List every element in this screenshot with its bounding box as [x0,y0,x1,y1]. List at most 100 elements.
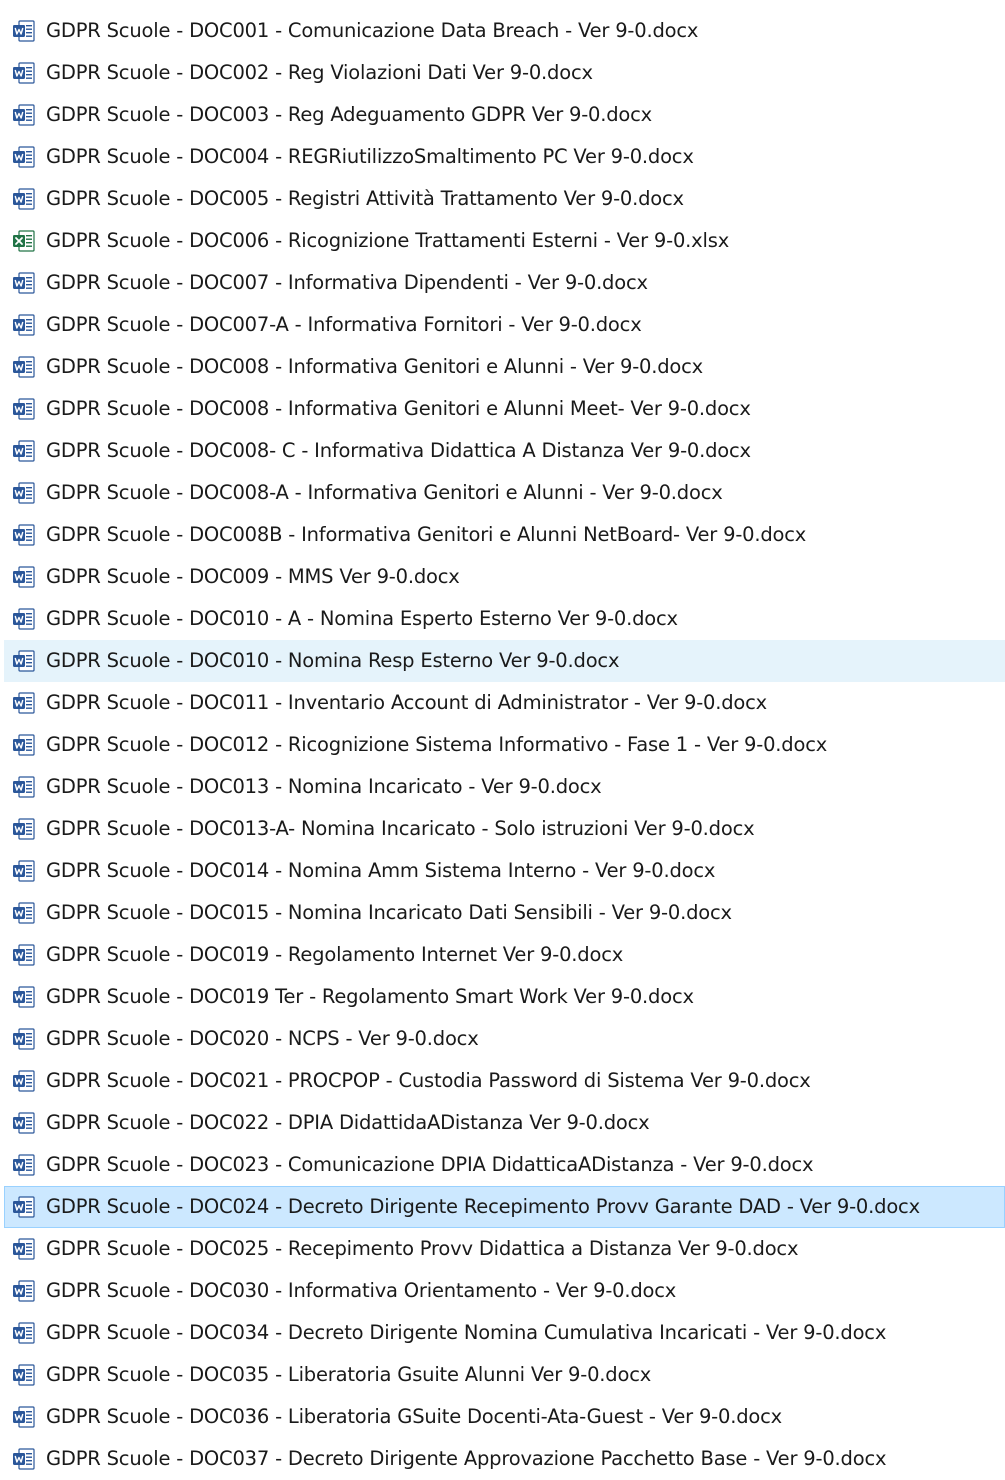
file-row[interactable]: GDPR Scuole - DOC037 - Decreto Dirigente… [4,1438,1005,1480]
word-document-icon [13,62,35,84]
file-name: GDPR Scuole - DOC008B - Informativa Geni… [46,523,807,546]
file-row[interactable]: GDPR Scuole - DOC008- C - Informativa Di… [4,430,1005,472]
file-name: GDPR Scuole - DOC011 - Inventario Accoun… [46,691,768,714]
word-document-icon [13,188,35,210]
word-document-icon [13,146,35,168]
excel-spreadsheet-icon [13,230,35,252]
file-row[interactable]: GDPR Scuole - DOC015 - Nomina Incaricato… [4,892,1005,934]
file-name: GDPR Scuole - DOC036 - Liberatoria GSuit… [46,1405,782,1428]
file-row[interactable]: GDPR Scuole - DOC007 - Informativa Dipen… [4,262,1005,304]
file-name: GDPR Scuole - DOC012 - Ricognizione Sist… [46,733,828,756]
file-name: GDPR Scuole - DOC013 - Nomina Incaricato… [46,775,602,798]
file-list: GDPR Scuole - DOC001 - Comunicazione Dat… [0,0,1005,1472]
file-row[interactable]: GDPR Scuole - DOC005 - Registri Attività… [4,178,1005,220]
file-row[interactable]: GDPR Scuole - DOC008B - Informativa Geni… [4,514,1005,556]
word-document-icon [13,1238,35,1260]
file-row[interactable]: GDPR Scuole - DOC002 - Reg Violazioni Da… [4,52,1005,94]
file-name: GDPR Scuole - DOC020 - NCPS - Ver 9-0.do… [46,1027,479,1050]
file-row[interactable]: GDPR Scuole - DOC013 - Nomina Incaricato… [4,766,1005,808]
word-document-icon [13,314,35,336]
file-row[interactable]: GDPR Scuole - DOC034 - Decreto Dirigente… [4,1312,1005,1354]
file-row[interactable]: GDPR Scuole - DOC010 - A - Nomina Espert… [4,598,1005,640]
file-name: GDPR Scuole - DOC034 - Decreto Dirigente… [46,1321,887,1344]
file-row[interactable]: GDPR Scuole - DOC021 - PROCPOP - Custodi… [4,1060,1005,1102]
file-row[interactable]: GDPR Scuole - DOC019 - Regolamento Inter… [4,934,1005,976]
word-document-icon [13,440,35,462]
file-row[interactable]: GDPR Scuole - DOC006 - Ricognizione Trat… [4,220,1005,262]
word-document-icon [13,272,35,294]
file-name: GDPR Scuole - DOC007-A - Informativa For… [46,313,642,336]
file-row[interactable]: GDPR Scuole - DOC008 - Informativa Genit… [4,346,1005,388]
file-row[interactable]: GDPR Scuole - DOC036 - Liberatoria GSuit… [4,1396,1005,1438]
word-document-icon [13,776,35,798]
file-row[interactable]: GDPR Scuole - DOC035 - Liberatoria Gsuit… [4,1354,1005,1396]
file-name: GDPR Scuole - DOC008 - Informativa Genit… [46,397,751,420]
file-name: GDPR Scuole - DOC008- C - Informativa Di… [46,439,751,462]
file-row[interactable]: GDPR Scuole - DOC013-A- Nomina Incaricat… [4,808,1005,850]
file-name: GDPR Scuole - DOC010 - Nomina Resp Ester… [46,649,620,672]
word-document-icon [13,356,35,378]
file-name: GDPR Scuole - DOC022 - DPIA DidattidaADi… [46,1111,650,1134]
file-row[interactable]: GDPR Scuole - DOC003 - Reg Adeguamento G… [4,94,1005,136]
file-row[interactable]: GDPR Scuole - DOC023 - Comunicazione DPI… [4,1144,1005,1186]
word-document-icon [13,1322,35,1344]
file-row[interactable]: GDPR Scuole - DOC012 - Ricognizione Sist… [4,724,1005,766]
file-name: GDPR Scuole - DOC013-A- Nomina Incaricat… [46,817,755,840]
file-row[interactable]: GDPR Scuole - DOC010 - Nomina Resp Ester… [4,640,1005,682]
word-document-icon [13,692,35,714]
file-row[interactable]: GDPR Scuole - DOC008-A - Informativa Gen… [4,472,1005,514]
word-document-icon [13,1070,35,1092]
file-name: GDPR Scuole - DOC030 - Informativa Orien… [46,1279,677,1302]
word-document-icon [13,986,35,1008]
file-name: GDPR Scuole - DOC005 - Registri Attività… [46,187,684,210]
word-document-icon [13,860,35,882]
file-name: GDPR Scuole - DOC024 - Decreto Dirigente… [46,1195,920,1218]
file-name: GDPR Scuole - DOC009 - MMS Ver 9-0.docx [46,565,460,588]
file-name: GDPR Scuole - DOC001 - Comunicazione Dat… [46,19,699,42]
word-document-icon [13,20,35,42]
word-document-icon [13,1154,35,1176]
file-name: GDPR Scuole - DOC008-A - Informativa Gen… [46,481,723,504]
word-document-icon [13,1028,35,1050]
word-document-icon [13,524,35,546]
file-row[interactable]: GDPR Scuole - DOC022 - DPIA DidattidaADi… [4,1102,1005,1144]
file-name: GDPR Scuole - DOC010 - A - Nomina Espert… [46,607,678,630]
word-document-icon [13,608,35,630]
word-document-icon [13,1280,35,1302]
file-name: GDPR Scuole - DOC023 - Comunicazione DPI… [46,1153,814,1176]
file-row[interactable]: GDPR Scuole - DOC004 - REGRiutilizzoSmal… [4,136,1005,178]
file-name: GDPR Scuole - DOC019 Ter - Regolamento S… [46,985,694,1008]
file-row[interactable]: GDPR Scuole - DOC024 - Decreto Dirigente… [4,1186,1005,1228]
word-document-icon [13,650,35,672]
file-row[interactable]: GDPR Scuole - DOC020 - NCPS - Ver 9-0.do… [4,1018,1005,1060]
file-row[interactable]: GDPR Scuole - DOC014 - Nomina Amm Sistem… [4,850,1005,892]
word-document-icon [13,1112,35,1134]
file-name: GDPR Scuole - DOC037 - Decreto Dirigente… [46,1447,887,1470]
word-document-icon [13,734,35,756]
file-name: GDPR Scuole - DOC004 - REGRiutilizzoSmal… [46,145,694,168]
word-document-icon [13,1196,35,1218]
file-row[interactable]: GDPR Scuole - DOC011 - Inventario Accoun… [4,682,1005,724]
file-row[interactable]: GDPR Scuole - DOC019 Ter - Regolamento S… [4,976,1005,1018]
file-row[interactable]: GDPR Scuole - DOC025 - Recepimento Provv… [4,1228,1005,1270]
word-document-icon [13,818,35,840]
file-row[interactable]: GDPR Scuole - DOC007-A - Informativa For… [4,304,1005,346]
word-document-icon [13,1406,35,1428]
file-name: GDPR Scuole - DOC015 - Nomina Incaricato… [46,901,732,924]
file-name: GDPR Scuole - DOC007 - Informativa Dipen… [46,271,648,294]
word-document-icon [13,944,35,966]
file-row[interactable]: GDPR Scuole - DOC009 - MMS Ver 9-0.docx [4,556,1005,598]
file-name: GDPR Scuole - DOC035 - Liberatoria Gsuit… [46,1363,652,1386]
file-row[interactable]: GDPR Scuole - DOC001 - Comunicazione Dat… [4,10,1005,52]
file-name: GDPR Scuole - DOC002 - Reg Violazioni Da… [46,61,593,84]
word-document-icon [13,1448,35,1470]
file-row[interactable]: GDPR Scuole - DOC030 - Informativa Orien… [4,1270,1005,1312]
word-document-icon [13,1364,35,1386]
file-name: GDPR Scuole - DOC025 - Recepimento Provv… [46,1237,799,1260]
word-document-icon [13,566,35,588]
file-row[interactable]: GDPR Scuole - DOC008 - Informativa Genit… [4,388,1005,430]
file-name: GDPR Scuole - DOC014 - Nomina Amm Sistem… [46,859,716,882]
word-document-icon [13,398,35,420]
word-document-icon [13,902,35,924]
file-name: GDPR Scuole - DOC006 - Ricognizione Trat… [46,229,730,252]
